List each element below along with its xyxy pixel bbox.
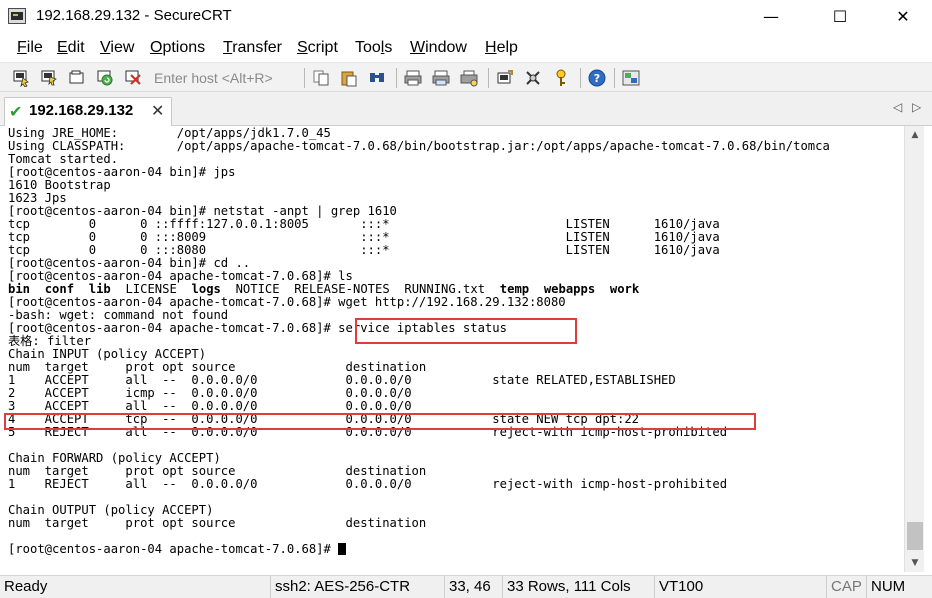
paste-icon[interactable] <box>340 69 358 87</box>
print-selection-icon[interactable] <box>432 69 450 87</box>
disconnect-icon[interactable] <box>124 69 142 87</box>
quick-connect-icon[interactable] <box>40 69 58 87</box>
session-tab-bar: ✔ 192.168.29.132 ✕ ◁ ▷ <box>0 92 932 126</box>
status-terminal-size: 33 Rows, 111 Cols <box>502 576 652 598</box>
close-button[interactable]: ✕ <box>880 0 926 34</box>
menu-options[interactable]: Options <box>150 39 205 57</box>
menu-view[interactable]: View <box>100 39 134 57</box>
terminal-line: [root@centos-aaron-04 apache-tomcat-7.0.… <box>8 543 830 556</box>
menu-script[interactable]: Script <box>297 39 338 57</box>
enter-host-input[interactable] <box>150 67 300 89</box>
ls-entry: NOTICE <box>235 282 280 296</box>
ls-entry: conf <box>44 282 75 296</box>
menu-tools[interactable]: Tools <box>355 39 392 57</box>
copy-icon[interactable] <box>312 69 330 87</box>
session-options-icon[interactable] <box>496 69 514 87</box>
terminal-line: 1 REJECT all -- 0.0.0.0/0 0.0.0.0/0 reje… <box>8 477 728 491</box>
tab-scroll-right-icon[interactable]: ▷ <box>912 100 921 114</box>
menu-edit[interactable]: Edit <box>57 39 85 57</box>
print-icon[interactable] <box>404 69 422 87</box>
menu-file[interactable]: File <box>17 39 43 57</box>
toolbar-separator <box>580 68 581 88</box>
toolbar-separator <box>614 68 615 88</box>
status-bar: Ready ssh2: AES-256-CTR 33, 46 33 Rows, … <box>0 575 932 598</box>
tab-scroll-left-icon[interactable]: ◁ <box>893 100 902 114</box>
menu-transfer[interactable]: Transfer <box>223 39 282 57</box>
minimize-button[interactable]: — <box>748 0 794 34</box>
terminal-line: [root@centos-aaron-04 bin]# jps <box>8 165 236 179</box>
status-cursor-position: 33, 46 <box>444 576 500 598</box>
status-caps-lock: CAP <box>826 576 866 598</box>
ls-entry: lib <box>88 282 111 296</box>
securecrt-app-icon[interactable] <box>8 8 26 24</box>
keymap-icon[interactable] <box>552 69 570 87</box>
highlight-box-rule-4 <box>4 413 756 430</box>
toolbar: ? <box>0 62 932 92</box>
ls-entry: logs <box>191 282 221 296</box>
terminal-line: Using CLASSPATH: /opt/apps/apache-tomcat… <box>8 139 830 153</box>
find-icon[interactable] <box>368 69 386 87</box>
window-title: 192.168.29.132 - SecureCRT <box>36 7 232 24</box>
ls-entry: RUNNING.txt <box>404 282 486 296</box>
tab-label: 192.168.29.132 <box>29 102 134 119</box>
ls-entry: LICENSE <box>125 282 177 296</box>
connect-tab-icon[interactable] <box>68 69 86 87</box>
scroll-down-arrow-icon[interactable]: ▼ <box>905 554 925 572</box>
tab-close-icon[interactable]: ✕ <box>151 101 164 120</box>
scroll-thumb[interactable] <box>907 522 923 550</box>
ls-entry: RELEASE-NOTES <box>294 282 390 296</box>
ls-entry: temp <box>499 282 530 296</box>
terminal-cursor <box>338 543 347 555</box>
status-encryption: ssh2: AES-256-CTR <box>270 576 440 598</box>
toolbar-separator <box>396 68 397 88</box>
menu-help[interactable]: Help <box>485 39 518 57</box>
terminal-scrollbar[interactable]: ▲ ▼ <box>904 126 924 572</box>
svg-text:?: ? <box>594 72 600 85</box>
sftp-icon[interactable] <box>622 69 640 87</box>
reconnect-icon[interactable] <box>96 69 114 87</box>
menu-window[interactable]: Window <box>410 39 467 57</box>
connect-icon[interactable] <box>12 69 30 87</box>
terminal-line: 1610 Bootstrap <box>8 178 111 192</box>
ls-entry: webapps <box>543 282 596 296</box>
ls-entry: work <box>609 282 640 296</box>
tab-session[interactable]: ✔ 192.168.29.132 ✕ <box>4 97 172 126</box>
status-terminal-type: VT100 <box>654 576 826 598</box>
terminal-line: num target prot opt source destination <box>8 516 427 530</box>
global-options-icon[interactable] <box>524 69 542 87</box>
scroll-up-arrow-icon[interactable]: ▲ <box>905 126 925 144</box>
toolbar-separator <box>488 68 489 88</box>
highlight-box-command <box>355 318 577 344</box>
toolbar-separator <box>304 68 305 88</box>
maximize-button[interactable]: ☐ <box>817 0 863 34</box>
help-icon[interactable]: ? <box>588 69 606 87</box>
ls-entry: bin <box>8 282 31 296</box>
menu-bar: File Edit View Options Transfer Script Tools Wi… <box>0 34 932 62</box>
terminal-screen[interactable]: Using JRE_HOME: /opt/apps/jdk1.7.0_45 Usi… <box>4 126 904 572</box>
print-setup-icon[interactable] <box>460 69 478 87</box>
status-num-lock: NUM <box>866 576 932 598</box>
connected-check-icon: ✔ <box>9 102 23 121</box>
status-ready: Ready <box>4 578 48 595</box>
title-bar: 192.168.29.132 - SecureCRT — ☐ ✕ <box>0 0 932 34</box>
